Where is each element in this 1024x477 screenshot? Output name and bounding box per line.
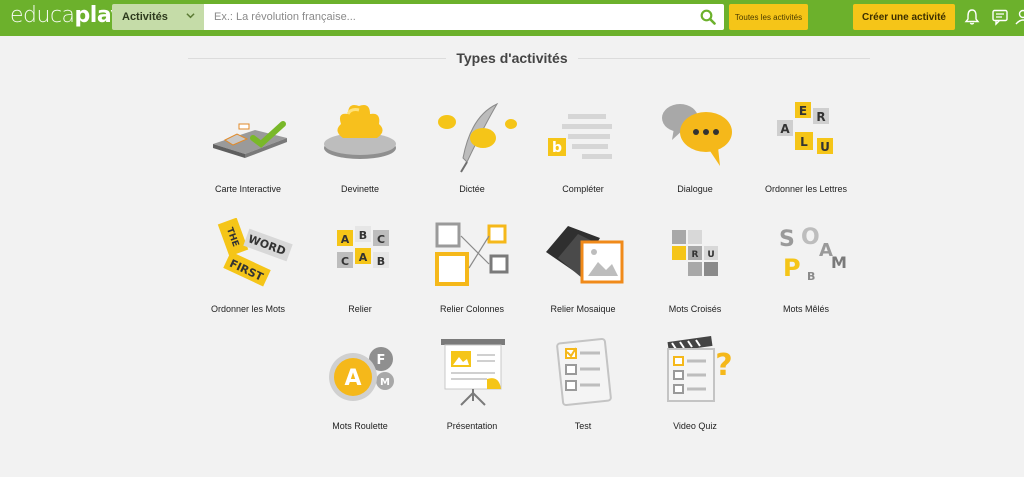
svg-text:P: P [783,254,801,282]
svg-text:O: O [801,225,820,250]
svg-text:B: B [377,255,385,268]
letter-tiles-icon: E R A L U [777,102,833,154]
svg-text:M: M [380,377,390,388]
map-check-icon [213,121,287,158]
svg-text:E: E [799,104,807,118]
crossword-icon: R U [672,230,718,276]
activity-tile-dialogue[interactable]: Dialogue [640,98,750,208]
svg-text:A: A [341,233,350,246]
activity-label: Relier Mosaique [550,304,616,314]
svg-text:R: R [816,110,825,124]
activity-label: Test [574,421,592,431]
presentation-board-icon [441,339,505,406]
educaplay-logo[interactable]: educaplay [10,3,125,31]
matching-columns-icon [435,222,509,286]
create-activity-button[interactable]: Créer une activité [853,4,955,30]
svg-text:A: A [344,366,361,391]
activity-tile-relier-mosaique[interactable]: Relier Mosaique [528,218,638,328]
svg-text:C: C [377,233,385,246]
activity-label: Carte Interactive [214,184,282,194]
activity-tile-test[interactable]: Test [528,335,638,445]
search-box [204,4,724,30]
activity-tile-carte-interactive[interactable]: Carte Interactive [193,98,303,208]
chat-icon[interactable] [991,8,1009,26]
svg-text:A: A [359,251,368,264]
activity-label: Mots Croisés [668,304,722,314]
activity-label: Relier Colonnes [439,304,505,314]
svg-text:?: ? [715,348,732,383]
svg-text:M: M [831,253,847,272]
svg-text:U: U [707,250,714,260]
activity-tile-relier-colonnes[interactable]: Relier Colonnes [417,218,527,328]
word-tiles-icon: THE WORD FIRST [217,218,293,287]
svg-text:R: R [692,250,699,260]
bell-icon[interactable] [963,8,981,26]
section-heading-text: Types d'activités [446,50,578,66]
svg-text:B: B [359,229,367,242]
svg-text:U: U [820,140,830,154]
activity-tile-relier[interactable]: A B C C A B Relier [305,218,415,328]
category-select[interactable]: Activités [112,4,204,30]
activity-tile-presentation[interactable]: Présentation [417,335,527,445]
top-navigation-bar: educaplay Activités Toutes les activités… [0,0,1024,36]
svg-text:S: S [779,227,795,252]
video-quiz-icon: ? [667,335,733,402]
svg-text:F: F [377,353,386,368]
activity-label: Mots Roulette [332,421,388,431]
all-activities-button[interactable]: Toutes les activités [729,4,808,30]
svg-text:A: A [780,122,790,136]
activity-label: Relier [348,304,372,314]
activity-tile-ordonner-lettres[interactable]: E R A L U Ordonner les Lettres [751,98,861,208]
activity-label: Mots Mêlés [782,304,829,314]
svg-text:L: L [800,135,808,149]
search-input[interactable] [204,4,684,30]
user-menu-icon[interactable] [1014,8,1024,26]
activity-tile-mots-roulette[interactable]: F M A Mots Roulette [305,335,415,445]
activity-label: Video Quiz [673,421,717,431]
activity-label: Compléter [562,184,604,194]
activity-tile-devinette[interactable]: Devinette [305,98,415,208]
activity-label: Dialogue [677,184,713,194]
category-select-label: Activités [122,11,168,23]
activity-label: Dictée [459,184,485,194]
puzzle-piece-icon [324,105,396,159]
svg-text:B: B [807,270,815,283]
section-heading: Types d'activités [0,50,1024,66]
letter-wheel-icon: F M A [329,347,394,401]
linked-letter-cubes-icon: A B C C A B [337,226,389,268]
activity-tile-dictee[interactable]: Dictée [417,98,527,208]
activity-tile-mots-croises[interactable]: R U Mots Croisés [640,218,750,328]
svg-text:C: C [341,255,349,268]
svg-text:b: b [552,140,562,156]
activity-label: Présentation [446,421,498,431]
activity-label: Ordonner les Mots [210,304,286,314]
activity-label: Ordonner les Lettres [764,184,848,194]
quill-speech-icon [438,102,517,173]
activity-tile-completer[interactable]: b Compléter [528,98,638,208]
speech-bubbles-icon [662,104,732,166]
search-icon[interactable] [700,9,716,25]
text-blocks-icon: b [548,114,612,159]
mosaic-tiles-icon [546,226,624,284]
word-search-icon: S O A M P B [779,225,847,283]
logo-text-educa: educa [10,3,75,28]
chevron-down-icon [186,13,195,19]
activity-label: Devinette [340,184,380,194]
activity-tile-video-quiz[interactable]: ? Video Quiz [640,335,750,445]
test-checklist-icon [556,337,612,407]
activity-tile-mots-meles[interactable]: S O A M P B Mots Mêlés [751,218,861,328]
activity-tile-ordonner-mots[interactable]: THE WORD FIRST Ordonner les Mots [193,218,303,328]
